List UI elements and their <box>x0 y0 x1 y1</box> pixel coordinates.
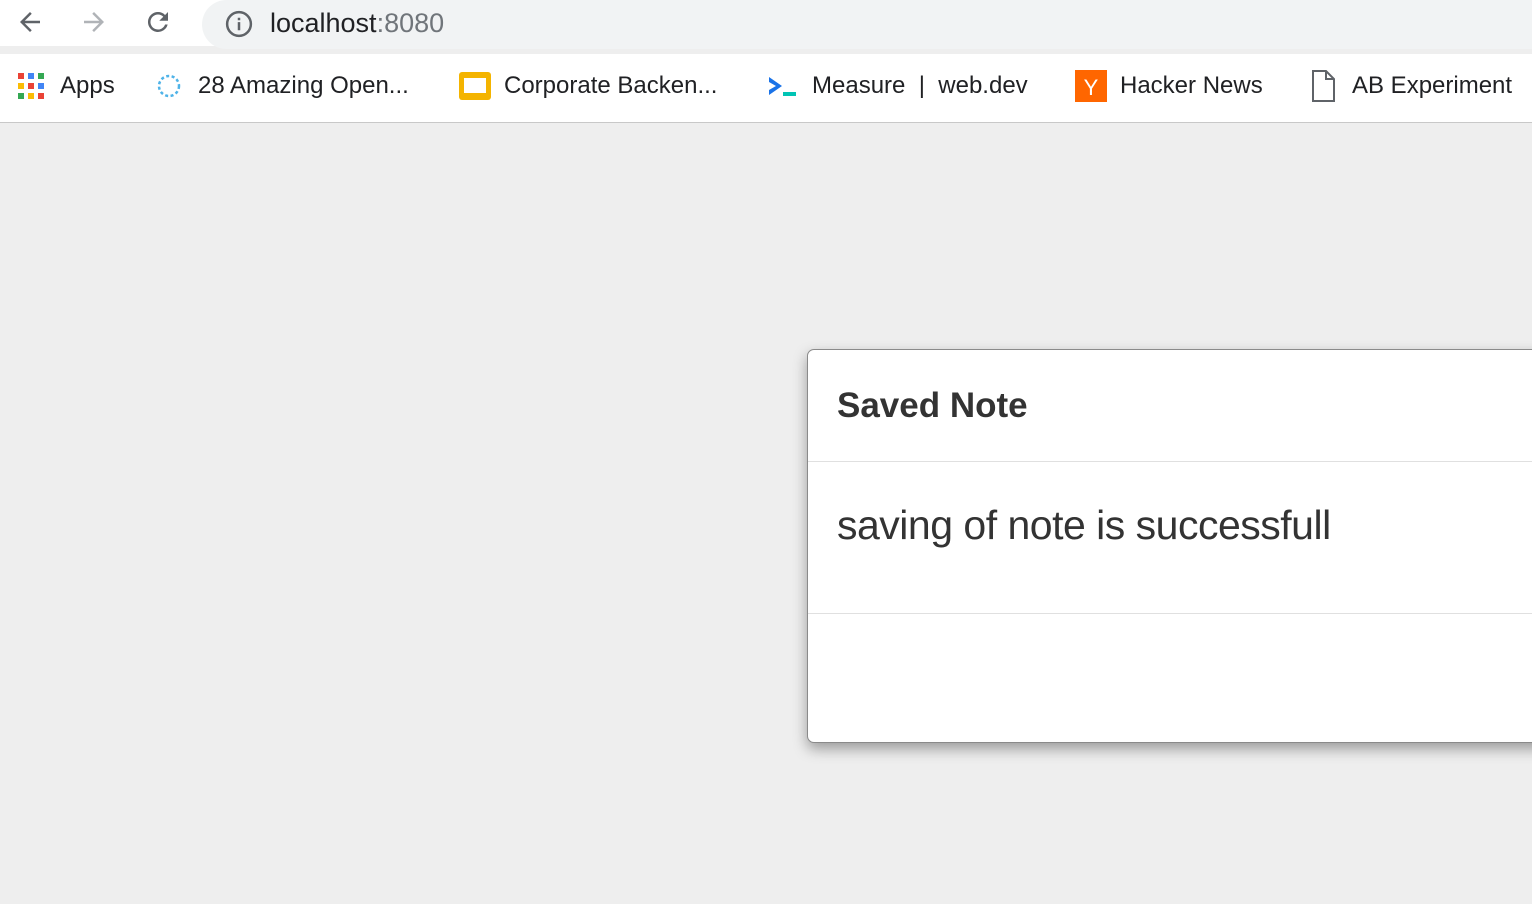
dotted-circle-icon <box>152 69 186 103</box>
forward-button[interactable] <box>76 4 112 40</box>
modal-message: saving of note is successfull <box>837 502 1331 548</box>
browser-toolbar: localhost:8080 <box>0 0 1532 49</box>
reload-icon <box>147 11 168 32</box>
bookmark-label: Hacker News <box>1120 72 1263 99</box>
bookmark-corporate-backend[interactable]: Corporate Backen... <box>458 66 717 106</box>
bookmark-ab-experiment[interactable]: AB Experiment <box>1306 66 1512 106</box>
bookmark-webdev[interactable]: Measure | web.dev <box>766 66 1028 106</box>
reload-button[interactable] <box>140 4 176 40</box>
bookmark-label: Apps <box>60 72 115 99</box>
bookmarks-bar: Apps 28 Amazing Open... Corporate Backen… <box>0 54 1532 123</box>
url-text[interactable]: localhost:8080 <box>270 6 444 40</box>
bookmark-label: Measure | web.dev <box>812 72 1028 99</box>
modal-footer <box>808 614 1532 743</box>
apps-grid-icon <box>14 69 48 103</box>
arrow-right-icon <box>84 12 104 32</box>
arrow-left-icon <box>20 12 40 32</box>
modal-title: Saved Note <box>837 386 1028 425</box>
bookmark-28-amazing[interactable]: 28 Amazing Open... <box>152 66 409 106</box>
info-circle-icon <box>225 10 253 38</box>
slides-icon <box>458 69 492 103</box>
url-host: localhost <box>270 8 377 38</box>
back-button[interactable] <box>12 4 48 40</box>
bookmark-label: Corporate Backen... <box>504 72 718 99</box>
hacker-news-icon: Y <box>1074 69 1108 103</box>
bookmark-label: AB Experiment <box>1352 72 1513 99</box>
modal-header: Saved Note <box>808 350 1532 462</box>
url-port: :8080 <box>376 8 445 38</box>
saved-note-modal: Saved Note saving of note is successfull <box>807 349 1532 743</box>
address-bar[interactable]: localhost:8080 <box>202 0 1532 49</box>
bookmark-hacker-news[interactable]: Y Hacker News <box>1074 66 1263 106</box>
site-info-button[interactable] <box>224 9 254 39</box>
document-icon <box>1306 69 1340 103</box>
webdev-icon <box>766 69 800 103</box>
svg-text:Y: Y <box>1084 75 1099 100</box>
bookmark-apps[interactable]: Apps <box>14 66 115 106</box>
bookmark-label: 28 Amazing Open... <box>198 72 409 99</box>
modal-body: saving of note is successfull <box>808 462 1532 614</box>
